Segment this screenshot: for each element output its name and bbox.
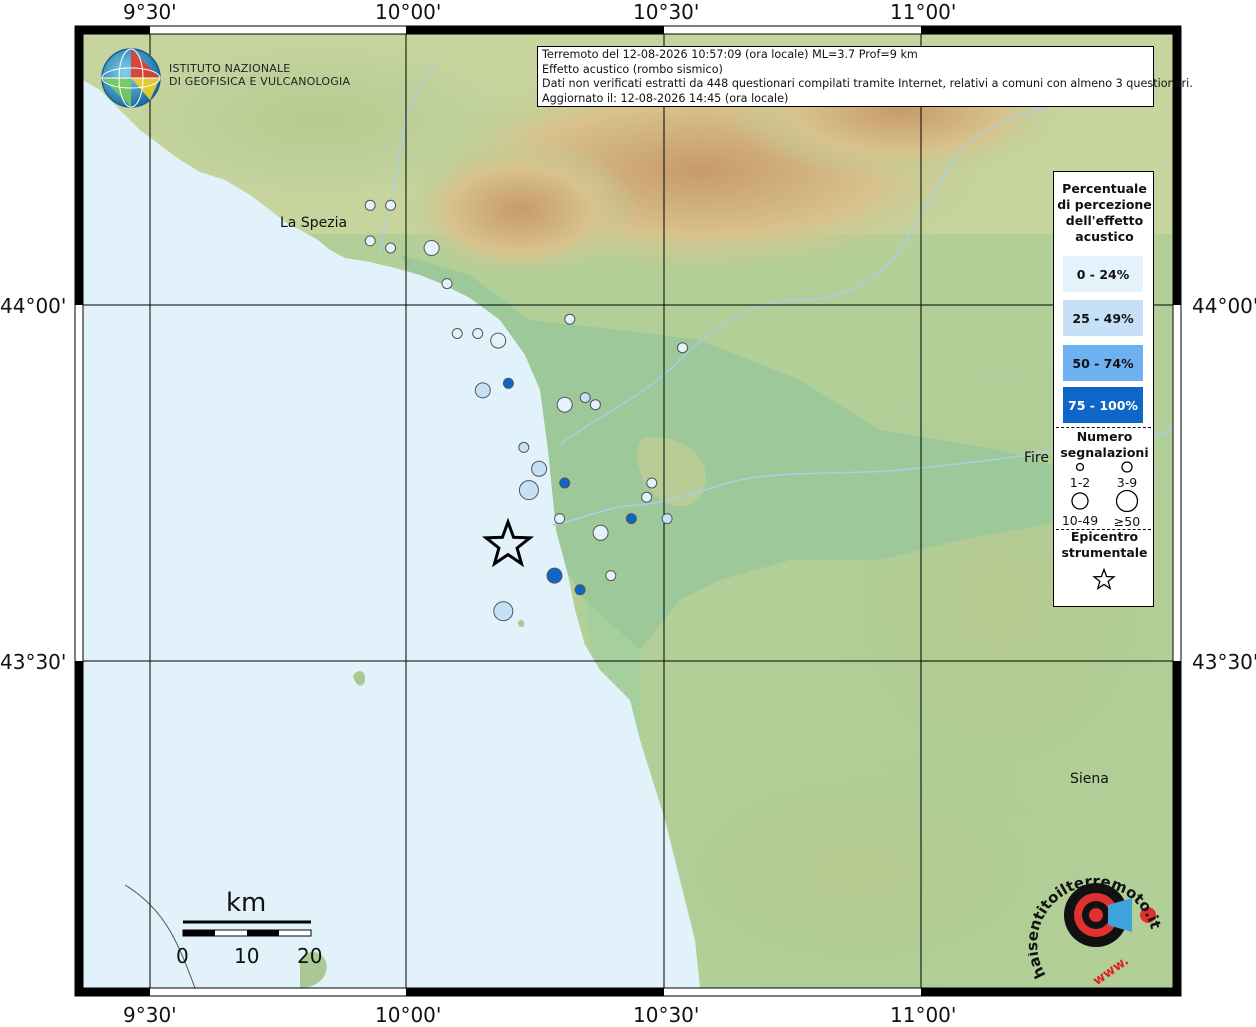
ingv-logo-text: ISTITUTO NAZIONALE DI GEOFISICA E VULCAN…	[169, 62, 351, 88]
town-symbol	[472, 328, 484, 339]
scale-tick-20: 20	[297, 944, 323, 968]
town-symbol	[531, 460, 548, 477]
tick-right-43-30: 43°30'	[1192, 650, 1256, 674]
town-symbol	[589, 399, 601, 411]
event-info-line2: Effetto acustico (rombo sismico)	[542, 62, 723, 76]
town-symbol	[564, 313, 576, 325]
legend-class-0-24: 0 - 24%	[1063, 256, 1143, 292]
tick-top-10-00: 10°00'	[375, 0, 442, 24]
legend-epi-title: Epicentro strumentale	[1061, 529, 1148, 560]
town-symbol	[518, 441, 530, 453]
legend-class-50-74: 50 - 74%	[1063, 345, 1143, 381]
scale-tick-0: 0	[176, 944, 189, 968]
tick-bottom-9-30: 9°30'	[123, 1003, 177, 1027]
scale-title: km	[226, 888, 267, 918]
tick-left-44-00: 44°00'	[0, 294, 67, 318]
town-symbol	[556, 396, 573, 413]
legend-panel: Percentuale di percezione dell'effetto a…	[1053, 171, 1154, 607]
event-info-line1: Terremoto del 12-08-2026 10:57:09 (ora l…	[542, 48, 918, 61]
town-symbol	[574, 584, 586, 596]
town-symbol	[546, 567, 563, 584]
tick-right-44-00: 44°00'	[1192, 294, 1256, 318]
town-symbol	[518, 480, 539, 501]
svg-text:www.: www.	[1090, 954, 1131, 989]
town-symbol	[646, 477, 658, 489]
legend-perc-title: Percentuale di percezione dell'effetto a…	[1057, 181, 1152, 244]
place-la-spezia: La Spezia	[280, 215, 348, 231]
town-symbol	[385, 199, 397, 211]
town-symbol	[451, 328, 463, 339]
event-info-box: Terremoto del 12-08-2026 10:57:09 (ora l…	[537, 46, 1193, 107]
legend-class-25-49: 25 - 49%	[1063, 300, 1143, 336]
town-symbol	[641, 491, 653, 503]
scale-tick-10: 10	[234, 944, 260, 968]
town-symbol	[423, 240, 440, 256]
legend-size-50-plus: ≥50	[1113, 514, 1141, 529]
svg-text:haisentitoilterremoto.it: haisentitoilterremoto.it	[1028, 872, 1165, 981]
tick-bottom-10-00: 10°00'	[375, 1003, 442, 1027]
town-symbol	[677, 342, 688, 354]
place-siena: Siena	[1070, 771, 1109, 787]
event-info-line4: Aggiornato il: 12-08-2026 14:45 (ora loc…	[542, 91, 789, 105]
tick-top-10-30: 10°30'	[633, 0, 700, 24]
legend-separator	[1056, 427, 1151, 428]
town-symbol	[592, 524, 609, 541]
legend-size-10-49: 10-49	[1061, 513, 1099, 528]
town-symbol	[364, 199, 376, 211]
tick-top-11-00: 11°00'	[890, 0, 957, 24]
event-info-line3: Dati non verificati estratti da 448 ques…	[542, 77, 1193, 91]
tick-bottom-11-00: 11°00'	[890, 1003, 957, 1027]
ingv-logo-icon	[101, 48, 161, 108]
town-symbol	[661, 513, 673, 525]
place-firenze: Fire	[1024, 450, 1049, 466]
tick-bottom-10-30: 10°30'	[633, 1003, 700, 1027]
watermark-text: haisentitoilterremoto.it www.	[1028, 872, 1165, 989]
town-symbol	[364, 235, 376, 247]
town-symbol	[385, 242, 397, 254]
town-symbol	[502, 377, 514, 389]
town-symbol	[441, 278, 453, 290]
legend-size-1-2: 1-2	[1069, 475, 1091, 490]
town-symbol	[554, 513, 566, 525]
legend-class-75-100: 75 - 100%	[1063, 387, 1143, 423]
legend-size-3-9: 3-9	[1116, 475, 1138, 490]
tick-left-43-30: 43°30'	[0, 650, 67, 674]
town-symbol	[625, 513, 637, 525]
legend-star-icon	[1092, 568, 1116, 590]
town-symbol	[559, 477, 571, 489]
town-symbol	[490, 332, 507, 349]
town-symbol	[579, 392, 591, 404]
town-symbol	[605, 570, 617, 582]
town-symbol	[474, 382, 491, 399]
tick-top-9-30: 9°30'	[123, 0, 177, 24]
town-symbol	[493, 601, 514, 622]
